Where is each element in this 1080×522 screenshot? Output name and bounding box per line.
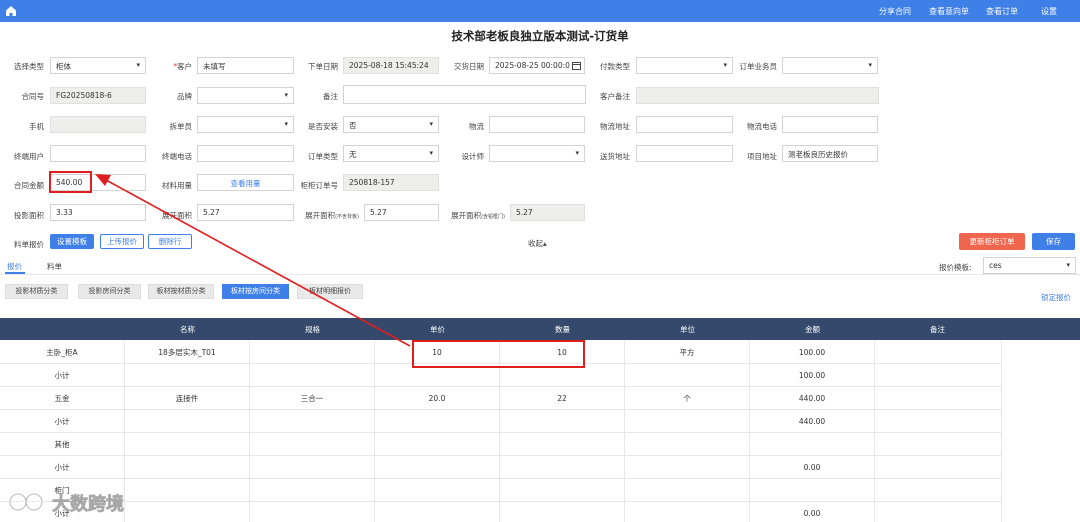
annotation-arrow bbox=[95, 174, 411, 347]
watermark-logo-icon bbox=[8, 492, 44, 512]
watermark: 大数跨境 bbox=[8, 488, 168, 518]
